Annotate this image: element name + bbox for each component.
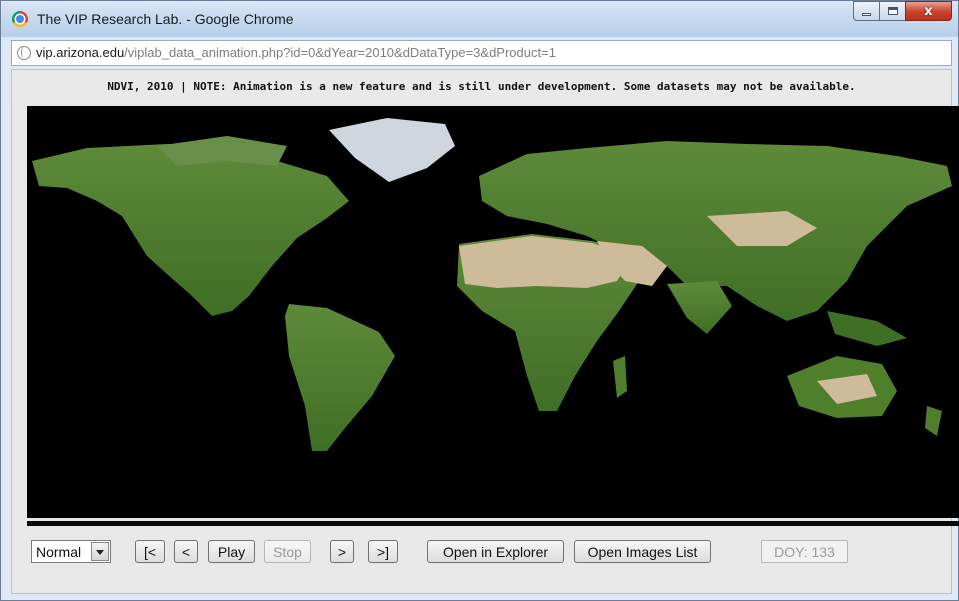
window-controls: x bbox=[853, 1, 952, 21]
title-bar[interactable]: The VIP Research Lab. - Google Chrome x bbox=[1, 1, 958, 37]
page-content: NDVI, 2010 | NOTE: Animation is a new fe… bbox=[11, 69, 959, 594]
close-button[interactable]: x bbox=[905, 1, 952, 21]
chevron-down-icon[interactable] bbox=[91, 542, 109, 561]
animation-controls: Normal [< < Play Stop > >] Open in Explo… bbox=[31, 540, 931, 564]
next-frame-button[interactable]: > bbox=[330, 540, 354, 563]
previous-frame-button[interactable]: < bbox=[174, 540, 198, 563]
open-images-list-button[interactable]: Open Images List bbox=[574, 540, 711, 563]
maximize-icon bbox=[887, 7, 898, 15]
open-in-explorer-button[interactable]: Open in Explorer bbox=[427, 540, 564, 563]
close-icon: x bbox=[924, 3, 933, 19]
browser-window: The VIP Research Lab. - Google Chrome x … bbox=[0, 0, 959, 601]
speed-select-value: Normal bbox=[36, 544, 82, 560]
url-text[interactable]: vip.arizona.edu/viplab_data_animation.ph… bbox=[36, 45, 556, 60]
window-title: The VIP Research Lab. - Google Chrome bbox=[37, 11, 294, 27]
minimize-button[interactable] bbox=[853, 1, 880, 21]
stop-button[interactable]: Stop bbox=[264, 540, 311, 563]
speed-select[interactable]: Normal bbox=[31, 540, 111, 563]
doy-display: DOY: 133 bbox=[761, 540, 848, 563]
ndvi-world-map bbox=[27, 106, 959, 518]
url-host: vip.arizona.edu bbox=[36, 45, 125, 60]
chrome-logo-icon bbox=[12, 11, 28, 27]
url-path: /viplab_data_animation.php?id=0&dYear=20… bbox=[124, 45, 556, 60]
globe-icon bbox=[17, 46, 31, 60]
animation-progress-track[interactable] bbox=[27, 521, 959, 526]
last-frame-button[interactable]: >] bbox=[368, 540, 398, 563]
first-frame-button[interactable]: [< bbox=[135, 540, 165, 563]
dataset-notice: NDVI, 2010 | NOTE: Animation is a new fe… bbox=[12, 70, 951, 104]
minimize-icon bbox=[862, 12, 871, 16]
world-map-image bbox=[27, 106, 959, 518]
maximize-button[interactable] bbox=[879, 1, 906, 21]
address-bar[interactable]: vip.arizona.edu/viplab_data_animation.ph… bbox=[11, 40, 952, 66]
play-button[interactable]: Play bbox=[208, 540, 255, 563]
